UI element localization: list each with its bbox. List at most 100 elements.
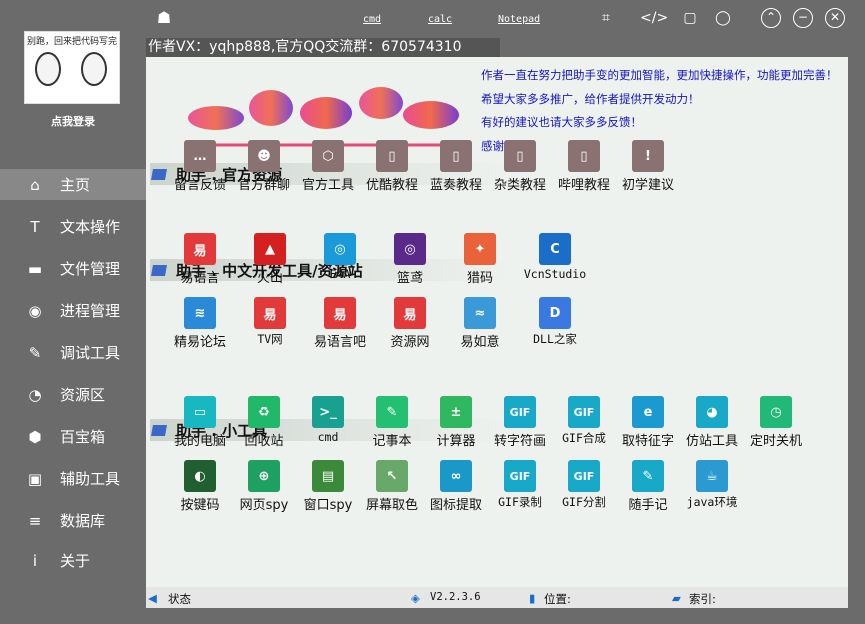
- nav-item-1[interactable]: T 文本操作: [0, 211, 146, 242]
- box-icon: ⬢: [28, 427, 42, 446]
- tool-icon: GIF: [568, 396, 600, 428]
- tool-item[interactable]: ⬡ 官方工具: [294, 140, 362, 193]
- nav-item-label: 进程管理: [60, 302, 121, 320]
- tool-item[interactable]: e 取特征字: [614, 396, 682, 449]
- speaker-icon: ◀: [148, 591, 157, 605]
- info-icon: i: [32, 551, 38, 570]
- tool-item[interactable]: ↖ 屏幕取色: [358, 460, 426, 513]
- nav-item-9[interactable]: i 关于: [0, 545, 146, 576]
- login-label[interactable]: 点我登录: [0, 113, 146, 129]
- tool-label: 初学建议: [621, 178, 674, 193]
- tool-label: 按键码: [180, 498, 220, 513]
- tool-item[interactable]: ▯ 哔哩教程: [550, 140, 618, 193]
- tool-icon: ✎: [632, 460, 664, 492]
- tool-label: java环境: [686, 495, 738, 509]
- cmd-link[interactable]: cmd: [363, 14, 381, 25]
- screenshot-icon[interactable]: ▢: [680, 8, 700, 28]
- nav-item-3[interactable]: ◉ 进程管理: [0, 295, 146, 326]
- chat-icon[interactable]: ◯: [713, 8, 733, 28]
- tool-label: 图标提取: [429, 498, 482, 513]
- tool-item[interactable]: ✎ 记事本: [358, 396, 426, 449]
- nav-item-2[interactable]: ▬ 文件管理: [0, 253, 146, 284]
- nav-item-label: 文件管理: [60, 260, 121, 278]
- tool-item[interactable]: ± 计算器: [422, 396, 490, 449]
- nav-item-6[interactable]: ⬢ 百宝箱: [0, 421, 146, 452]
- tool-icon: GIF: [504, 460, 536, 492]
- tool-item[interactable]: C VcnStudio: [521, 233, 589, 285]
- tool-item[interactable]: ☻ 官方群聊: [230, 140, 298, 193]
- status-label: 状态: [168, 592, 191, 606]
- tool-icon: ✦: [464, 233, 496, 265]
- tool-label: 记事本: [372, 434, 412, 449]
- tool-item[interactable]: ✦ 猎码: [446, 233, 514, 286]
- tool-item[interactable]: GIF GIF录制: [486, 460, 554, 512]
- tool-item[interactable]: ≋ 精易论坛: [166, 297, 234, 350]
- tool-item[interactable]: ≈ 易如意: [446, 297, 514, 350]
- tool-item[interactable]: ▤ 窗口spy: [294, 460, 362, 513]
- tool-item[interactable]: GIF GIF分割: [550, 460, 618, 512]
- tool-icon: ♻: [248, 396, 280, 428]
- tool-item[interactable]: >_ cmd: [294, 396, 362, 448]
- minimize-icon[interactable]: −: [793, 8, 813, 28]
- nav-item-0[interactable]: ⌂ 主页: [0, 169, 146, 200]
- nav-item-7[interactable]: ▣ 辅助工具: [0, 463, 146, 494]
- tool-item[interactable]: ◷ 定时关机: [742, 396, 810, 449]
- tool-icon: >_: [312, 396, 344, 428]
- process-icon: ◉: [28, 301, 42, 320]
- calc-link[interactable]: calc: [428, 14, 452, 25]
- nav-item-8[interactable]: ≡ 数据库: [0, 505, 146, 536]
- tool-item[interactable]: ▭ 我的电脑: [166, 396, 234, 449]
- tool-item[interactable]: ▲ 火山: [236, 233, 304, 286]
- tool-item[interactable]: 易易语言: [166, 233, 234, 286]
- tool-item[interactable]: ☕ java环境: [678, 460, 746, 512]
- tool-label: 篮鸢: [396, 271, 423, 286]
- tool-icon: ▯: [376, 140, 408, 172]
- tool-item[interactable]: D DLL之家: [521, 297, 589, 349]
- nav-item-label: 主页: [60, 176, 91, 194]
- nav-item-5[interactable]: ◔ 资源区: [0, 379, 146, 410]
- tool-item[interactable]: … 留言反馈: [166, 140, 234, 193]
- tool-item[interactable]: 易 TV网: [236, 297, 304, 349]
- tool-item[interactable]: ∞ 图标提取: [422, 460, 490, 513]
- notepad-link[interactable]: Notepad: [498, 14, 540, 25]
- tool-icon: ⊕: [248, 460, 280, 492]
- tool-item[interactable]: ◎ 篮鸢: [376, 233, 444, 286]
- user-icon[interactable]: ☗: [154, 8, 174, 28]
- text-icon: T: [30, 217, 40, 236]
- code-icon[interactable]: </>: [640, 8, 668, 28]
- tool-label: 定时关机: [749, 434, 802, 449]
- author-line: 作者VX：yqhp888,官方QQ交流群：670574310: [146, 38, 500, 57]
- tool-item[interactable]: ! 初学建议: [614, 140, 682, 193]
- tool-label: 火山: [256, 271, 283, 286]
- close-icon[interactable]: ✕: [825, 8, 845, 28]
- tool-item[interactable]: 易易语言吧: [306, 297, 374, 350]
- tool-item[interactable]: ◎ E4A: [306, 233, 374, 285]
- tool-item[interactable]: ⊕ 网页spy: [230, 460, 298, 513]
- tool-icon: ☕: [696, 460, 728, 492]
- tool-label: E4A: [329, 267, 351, 281]
- tool-item[interactable]: GIF GIF合成: [550, 396, 618, 448]
- tool-item[interactable]: ♻ 回收站: [230, 396, 298, 449]
- tool-item[interactable]: ▯ 蓝奏教程: [422, 140, 490, 193]
- crop-icon[interactable]: ⌗: [596, 8, 616, 28]
- tool-label: 仿站工具: [685, 434, 738, 449]
- tool-icon: ✎: [376, 396, 408, 428]
- nav-item-label: 资源区: [60, 386, 106, 404]
- nav-item-label: 辅助工具: [60, 470, 121, 488]
- tag-icon: ▮: [529, 591, 536, 605]
- tool-item[interactable]: ◕ 仿站工具: [678, 396, 746, 449]
- layers-icon: ◈: [411, 591, 420, 605]
- tool-item[interactable]: ✎ 随手记: [614, 460, 682, 513]
- avatar[interactable]: 别跑，回来把代码写完: [24, 31, 120, 104]
- up-icon[interactable]: ⌃: [761, 8, 781, 28]
- tool-icon: ∞: [440, 460, 472, 492]
- tool-item[interactable]: GIF 转字符画: [486, 396, 554, 449]
- tool-item[interactable]: ◐ 按键码: [166, 460, 234, 513]
- tool-item[interactable]: 易资源网: [376, 297, 444, 350]
- tool-label: 屏幕取色: [365, 498, 418, 513]
- tool-item[interactable]: ▯ 杂类教程: [486, 140, 554, 193]
- folder-icon: ▬: [27, 259, 43, 278]
- tool-item[interactable]: ▯ 优酷教程: [358, 140, 426, 193]
- nav-item-4[interactable]: ✎ 调试工具: [0, 337, 146, 368]
- tool-label: 我的电脑: [173, 434, 226, 449]
